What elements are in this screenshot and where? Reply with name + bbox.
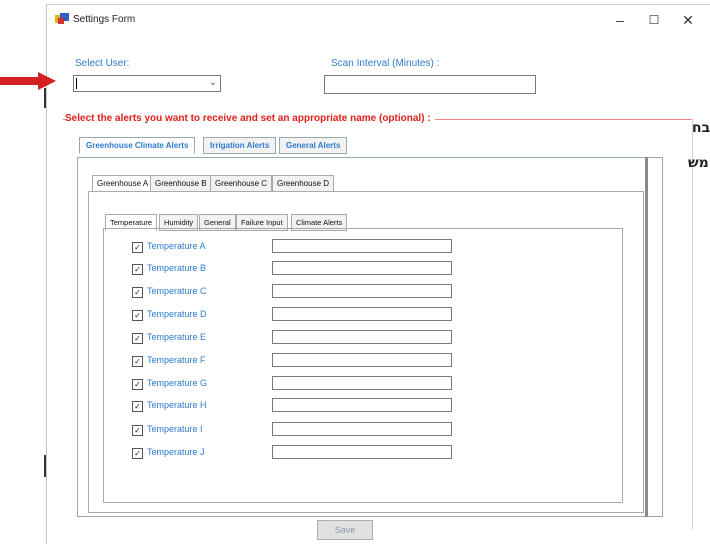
alert-row: ✓ Temperature C xyxy=(132,284,462,300)
temperature-a-name-input[interactable] xyxy=(272,239,452,253)
red-arrow-annotation xyxy=(0,72,56,90)
temperature-g-checkbox[interactable]: ✓ xyxy=(132,379,143,390)
alert-row: ✓ Temperature D xyxy=(132,307,462,323)
temperature-e-name-input[interactable] xyxy=(272,330,452,344)
side-text-line2: מש xyxy=(688,155,709,171)
chevron-down-icon[interactable]: ⌄ xyxy=(209,77,217,88)
row-label: Temperature J xyxy=(147,447,205,457)
settings-window: Settings Form – ☐ ✕ Select User: Scan In… xyxy=(46,4,710,544)
panel-scroll-edge xyxy=(645,157,648,517)
row-label: Temperature B xyxy=(147,263,207,273)
maximize-button[interactable]: ☐ xyxy=(637,9,671,31)
temperature-c-name-input[interactable] xyxy=(272,284,452,298)
temperature-j-checkbox[interactable]: ✓ xyxy=(132,448,143,459)
tab-irrigation-alerts[interactable]: Irrigation Alerts xyxy=(203,137,277,154)
app-icon xyxy=(55,13,69,24)
row-label: Temperature H xyxy=(147,400,207,410)
row-label: Temperature E xyxy=(147,332,207,342)
temperature-b-name-input[interactable] xyxy=(272,261,452,275)
save-button[interactable]: Save xyxy=(317,520,373,540)
row-label: Temperature F xyxy=(147,355,206,365)
text-cursor xyxy=(76,78,77,89)
row-label: Temperature G xyxy=(147,378,208,388)
greenhouse-a-panel: Temperature Humidity General Failure Inp… xyxy=(88,191,644,513)
temperature-panel: ✓ Temperature A ✓ Temperature B ✓ Temper… xyxy=(103,228,623,503)
alert-row: ✓ Temperature A xyxy=(132,239,462,255)
temperature-h-checkbox[interactable]: ✓ xyxy=(132,401,143,412)
alerts-group-label: Select the alerts you want to receive an… xyxy=(65,113,435,124)
alert-row: ✓ Temperature H xyxy=(132,398,462,414)
scan-interval-input[interactable] xyxy=(324,75,536,94)
alert-row: ✓ Temperature G xyxy=(132,376,462,392)
select-user-label: Select User: xyxy=(75,58,130,69)
row-label: Temperature D xyxy=(147,309,207,319)
tab-greenhouse-d[interactable]: Greenhouse D xyxy=(272,175,335,192)
close-button[interactable]: ✕ xyxy=(671,9,705,31)
row-label: Temperature C xyxy=(147,286,207,296)
alert-row: ✓ Temperature I xyxy=(132,422,462,438)
temperature-c-checkbox[interactable]: ✓ xyxy=(132,287,143,298)
temperature-f-checkbox[interactable]: ✓ xyxy=(132,356,143,367)
temperature-h-name-input[interactable] xyxy=(272,398,452,412)
temperature-e-checkbox[interactable]: ✓ xyxy=(132,333,143,344)
alert-row: ✓ Temperature B xyxy=(132,261,462,277)
temperature-g-name-input[interactable] xyxy=(272,376,452,390)
temperature-j-name-input[interactable] xyxy=(272,445,452,459)
scan-interval-label: Scan Interval (Minutes) : xyxy=(331,58,440,69)
alert-row: ✓ Temperature F xyxy=(132,353,462,369)
climate-alerts-panel: Greenhouse A Greenhouse B Greenhouse C G… xyxy=(77,157,663,517)
tab-greenhouse-b[interactable]: Greenhouse B xyxy=(150,175,212,192)
temperature-f-name-input[interactable] xyxy=(272,353,452,367)
title-bar: Settings Form – ☐ ✕ xyxy=(47,5,710,35)
alerts-group-border xyxy=(692,119,693,529)
select-user-dropdown[interactable]: ⌄ xyxy=(73,75,221,92)
row-label: Temperature I xyxy=(147,424,203,434)
temperature-d-checkbox[interactable]: ✓ xyxy=(132,310,143,321)
tab-greenhouse-c[interactable]: Greenhouse C xyxy=(210,175,273,192)
side-text-line1: בח xyxy=(692,120,710,136)
minimize-button[interactable]: – xyxy=(603,9,637,31)
alert-row: ✓ Temperature J xyxy=(132,445,462,461)
window-title: Settings Form xyxy=(73,14,136,25)
tab-greenhouse-climate-alerts[interactable]: Greenhouse Climate Alerts xyxy=(79,137,196,154)
temperature-i-name-input[interactable] xyxy=(272,422,452,436)
temperature-d-name-input[interactable] xyxy=(272,307,452,321)
alert-row: ✓ Temperature E xyxy=(132,330,462,346)
temperature-i-checkbox[interactable]: ✓ xyxy=(132,425,143,436)
tab-general-alerts[interactable]: General Alerts xyxy=(279,137,348,154)
temperature-a-checkbox[interactable]: ✓ xyxy=(132,242,143,253)
temperature-b-checkbox[interactable]: ✓ xyxy=(132,264,143,275)
tab-greenhouse-a[interactable]: Greenhouse A xyxy=(92,175,154,192)
row-label: Temperature A xyxy=(147,241,206,251)
